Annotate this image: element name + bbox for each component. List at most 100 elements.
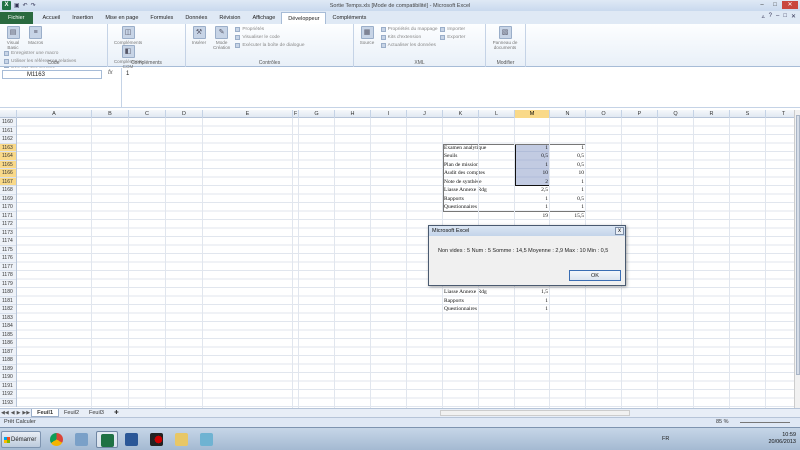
sheet-tab-feuil1[interactable]: Feuil1 <box>31 409 60 417</box>
doc-close-icon[interactable]: ✕ <box>791 13 796 20</box>
row-header-1163[interactable]: 1163 <box>0 143 16 152</box>
row-header-1166[interactable]: 1166 <box>0 169 16 178</box>
insert-sheet-icon[interactable]: ✚ <box>109 409 124 417</box>
tab-affichage[interactable]: Affichage <box>246 12 281 24</box>
row-header-1181[interactable]: 1181 <box>0 297 16 305</box>
xml-source-button[interactable]: ▦ Source <box>357 26 377 45</box>
value-m[interactable]: 10 <box>516 169 549 178</box>
value-m[interactable]: 1 <box>516 297 548 306</box>
column-header-r[interactable]: R <box>694 110 730 118</box>
design-mode-button[interactable]: ✎ Mode Création <box>212 26 232 50</box>
sheet-tab-feuil2[interactable]: Feuil2 <box>59 409 84 417</box>
worksheet-grid[interactable]: ABCDEFGHIJKLMNOPQRST 1160 1161 1162 1163 116… <box>0 110 794 408</box>
vertical-scrollbar[interactable] <box>794 110 800 408</box>
row-header-1164[interactable]: 1164 <box>0 152 16 161</box>
tab-insertion[interactable]: Insertion <box>66 12 99 24</box>
value-m[interactable]: 1 <box>516 305 548 314</box>
app-taskbar-button[interactable] <box>196 431 218 448</box>
value-m[interactable]: 1 <box>516 195 548 204</box>
row-header-1168[interactable]: 1168 <box>0 186 16 195</box>
dialog-close-icon[interactable]: x <box>615 227 624 235</box>
minimize-icon[interactable]: – <box>756 1 768 9</box>
column-header-q[interactable]: Q <box>658 110 694 118</box>
value-n[interactable]: 0,5 <box>551 161 584 170</box>
row-header-1193[interactable]: 1193 <box>0 399 16 407</box>
value-m[interactable]: 1 <box>516 161 548 170</box>
column-header-o[interactable]: O <box>586 110 622 118</box>
row-header-1162[interactable]: 1162 <box>0 135 16 144</box>
redo-icon[interactable]: ↷ <box>31 2 36 9</box>
visual-basic-button[interactable]: ▤ Visual Basic <box>3 26 23 50</box>
value-n[interactable]: 0,5 <box>551 152 584 161</box>
row-header-1183[interactable]: 1183 <box>0 314 16 322</box>
ok-button[interactable]: OK <box>569 270 621 281</box>
value-n[interactable]: 0,5 <box>551 195 584 204</box>
column-header-k[interactable]: K <box>443 110 479 118</box>
row-header-1187[interactable]: 1187 <box>0 348 16 356</box>
column-header-j[interactable]: J <box>407 110 443 118</box>
system-clock[interactable]: 10:59 20/06/2013 <box>768 432 796 445</box>
column-header-n[interactable]: N <box>550 110 586 118</box>
import-button[interactable]: Importer <box>440 26 465 33</box>
start-button[interactable]: Démarrer <box>1 431 41 448</box>
close-icon[interactable]: ✕ <box>782 1 798 9</box>
row-header-1182[interactable]: 1182 <box>0 305 16 314</box>
view-code-button[interactable]: Visualiser le code <box>235 34 304 41</box>
doc-minimize-icon[interactable]: – <box>776 13 779 20</box>
row-header-1172[interactable]: 1172 <box>0 220 16 229</box>
properties-button[interactable]: Propriétés <box>235 26 304 33</box>
value-m[interactable]: 2 <box>516 178 548 187</box>
row-header-1177[interactable]: 1177 <box>0 263 16 271</box>
row-header-1173[interactable]: 1173 <box>0 229 16 237</box>
column-header-a[interactable]: A <box>17 110 92 118</box>
tab-révision[interactable]: Révision <box>213 12 246 24</box>
value-m[interactable]: 1 <box>516 203 548 212</box>
tab-données[interactable]: Données <box>179 12 213 24</box>
row-header-1185[interactable]: 1185 <box>0 331 16 339</box>
help-icon[interactable]: ? <box>769 13 772 20</box>
folder-taskbar-button[interactable] <box>171 431 193 448</box>
row-header-1175[interactable]: 1175 <box>0 246 16 254</box>
horizontal-scrollbar[interactable] <box>440 410 630 416</box>
insert-control-button[interactable]: ⚒ Insérer <box>189 26 209 45</box>
tab-accueil[interactable]: Accueil <box>37 12 67 24</box>
row-header-1190[interactable]: 1190 <box>0 373 16 382</box>
row-header-1174[interactable]: 1174 <box>0 237 16 246</box>
explorer-taskbar-button[interactable] <box>71 431 93 448</box>
macros-button[interactable]: ≡ Macros <box>26 26 46 45</box>
row-header-1165[interactable]: 1165 <box>0 160 16 169</box>
fx-icon[interactable]: fx <box>108 70 120 79</box>
excel-taskbar-button[interactable] <box>96 431 118 448</box>
column-header-i[interactable]: I <box>371 110 407 118</box>
expansion-packs-button[interactable]: Kits d'extension <box>380 34 438 41</box>
column-header-h[interactable]: H <box>335 110 371 118</box>
column-header-p[interactable]: P <box>622 110 658 118</box>
map-properties-button[interactable]: Propriétés du mappage <box>380 26 438 33</box>
row-header-1178[interactable]: 1178 <box>0 271 16 280</box>
value-n[interactable]: 1 <box>551 186 584 195</box>
sheet-tab-feuil3[interactable]: Feuil3 <box>84 409 109 417</box>
value-m[interactable]: 2,5 <box>516 186 548 195</box>
row-header-1161[interactable]: 1161 <box>0 127 16 135</box>
column-header-t[interactable]: T <box>766 110 794 118</box>
column-header-c[interactable]: C <box>129 110 166 118</box>
row-header-1186[interactable]: 1186 <box>0 339 16 348</box>
row-header-1180[interactable]: 1180 <box>0 288 16 297</box>
total-n[interactable]: 15,5 <box>551 212 584 221</box>
value-n[interactable]: 1 <box>551 203 584 212</box>
row-header-1167[interactable]: 1167 <box>0 177 16 186</box>
tab-compléments[interactable]: Compléments <box>326 12 372 24</box>
tab-mise-en-page[interactable]: Mise en page <box>99 12 144 24</box>
value-n[interactable]: 1 <box>551 178 584 187</box>
column-header-b[interactable]: B <box>92 110 129 118</box>
tab-fichier[interactable]: Fichier <box>0 12 33 24</box>
row-header-1191[interactable]: 1191 <box>0 382 16 390</box>
tab-formules[interactable]: Formules <box>144 12 179 24</box>
maximize-icon[interactable]: □ <box>769 1 781 9</box>
column-header-g[interactable]: G <box>299 110 335 118</box>
row-header-1189[interactable]: 1189 <box>0 365 16 373</box>
save-icon[interactable]: ▣ <box>14 2 20 9</box>
row-header-1160[interactable]: 1160 <box>0 118 16 127</box>
row-header-1176[interactable]: 1176 <box>0 254 16 263</box>
column-header-s[interactable]: S <box>730 110 766 118</box>
